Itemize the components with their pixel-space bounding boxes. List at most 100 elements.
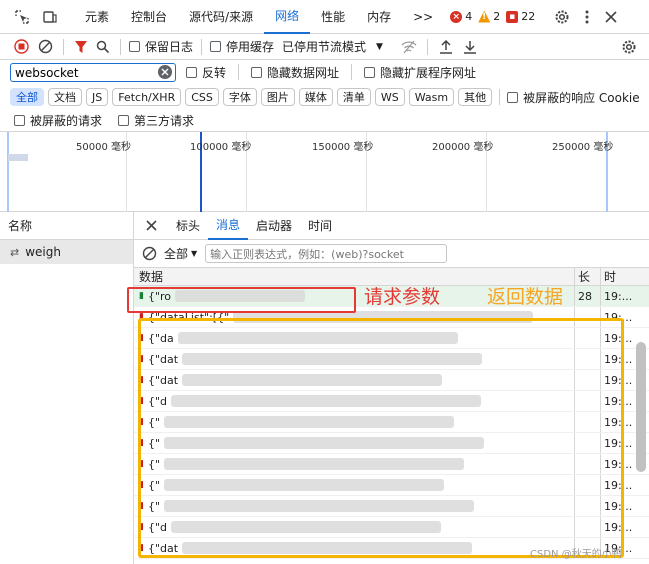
disable-cache-label: 停用缓存 (226, 40, 275, 54)
resource-type-filter-row: 全部 文档 JS Fetch/XHR CSS 字体 图片 媒体 清单 WS Wasm 其他 被屏蔽的响… (0, 86, 649, 108)
checkbox-box[interactable] (210, 41, 222, 52)
detail-tab[interactable]: 启动器 (248, 212, 300, 240)
import-har-upload-icon[interactable] (434, 39, 458, 54)
devtools-tab[interactable]: 内存 (356, 0, 402, 34)
checkbox-box[interactable] (118, 115, 130, 126)
resource-type-chip[interactable]: 清单 (336, 88, 371, 106)
network-toolbar: 保留日志 停用缓存 已停用节流模式 ▼ (0, 34, 649, 60)
length-column-label: 长 (578, 270, 591, 284)
detail-tabs: 标头 消息 启动器 时间 (134, 212, 649, 240)
name-column-header[interactable]: 名称 (0, 212, 133, 240)
messages-scrollbar[interactable] (636, 342, 646, 472)
devtools-tab[interactable]: 控制台 (120, 0, 178, 34)
resource-type-chip[interactable]: 媒体 (298, 88, 333, 106)
close-icon[interactable] (599, 10, 623, 23)
warning-icon: ! (478, 10, 491, 23)
device-toolbar-icon[interactable] (38, 9, 62, 25)
detail-tab[interactable]: 消息 (208, 212, 249, 240)
hide-extension-urls-checkbox[interactable]: 隐藏扩展程序网址 (364, 64, 476, 81)
message-length-cell: 28 (575, 286, 601, 306)
resource-type-chip[interactable]: Fetch/XHR (112, 88, 182, 106)
toolbar-divider (499, 89, 501, 105)
network-conditions-wifi-icon[interactable] (397, 40, 421, 54)
checkbox-box[interactable] (14, 115, 25, 126)
clear-messages-icon[interactable] (134, 246, 164, 261)
resource-type-chip[interactable]: WS (374, 88, 405, 106)
hide-extension-urls-label: 隐藏扩展程序网址 (380, 65, 477, 80)
blocked-cookies-checkbox[interactable]: 被屏蔽的响应 Cookie (507, 89, 640, 106)
issues-count[interactable]: ▪ 22 (506, 10, 535, 23)
resource-type-chip[interactable]: JS (86, 88, 109, 106)
resource-type-chip[interactable]: CSS (185, 88, 219, 106)
request-row-weigh[interactable]: ⇄ weigh (0, 240, 133, 264)
invert-label: 反转 (202, 65, 227, 80)
toolbar-divider (120, 38, 121, 55)
chevron-down-icon: ▼ (376, 41, 383, 52)
throttle-select[interactable]: 已停用节流模式 ▼ (282, 38, 383, 55)
close-detail-icon[interactable] (134, 220, 168, 231)
network-settings-gear-icon[interactable] (617, 39, 641, 55)
toolbar-divider (63, 38, 64, 55)
error-count-value: 4 (465, 10, 473, 23)
resource-type-chip[interactable]: 字体 (222, 88, 257, 106)
filter-funnel-icon[interactable] (70, 40, 92, 54)
third-party-checkbox[interactable]: 第三方请求 (118, 112, 194, 129)
preserve-log-checkbox[interactable]: 保留日志 (129, 38, 193, 55)
websocket-arrows-icon: ⇄ (10, 245, 20, 259)
record-stop-icon[interactable] (9, 39, 33, 54)
disable-cache-checkbox[interactable]: 停用缓存 (210, 38, 274, 55)
throttle-label: 已停用节流模式 (282, 40, 367, 54)
more-tabs-button[interactable]: >> (402, 0, 444, 34)
third-party-label: 第三方请求 (134, 114, 195, 128)
regex-placeholder: 输入正则表达式，例如：(web)?socket (210, 247, 404, 261)
timeline-tick-label: 50000 毫秒 (76, 142, 131, 153)
error-count[interactable]: × 4 (450, 10, 472, 23)
message-filter-bar: 全部 ▼ 输入正则表达式，例如：(web)?socket (134, 240, 649, 268)
devtools-tab[interactable]: 性能 (310, 0, 356, 34)
request-list-panel: 名称 ⇄ weigh (0, 212, 134, 564)
checkbox-box[interactable] (186, 66, 197, 78)
devtools-tab[interactable]: 网络 (264, 0, 311, 34)
resource-type-chip[interactable]: 文档 (48, 88, 82, 106)
export-har-download-icon[interactable] (458, 40, 482, 54)
resource-type-chip[interactable]: 全部 (10, 88, 44, 106)
invert-checkbox[interactable]: 反转 (186, 64, 226, 81)
toolbar-divider (201, 38, 203, 55)
blocked-cookies-label: 被屏蔽的响应 Cookie (523, 90, 640, 105)
devtools-tab[interactable]: 源代码/来源 (178, 0, 264, 34)
time-column-header[interactable]: 时 (601, 268, 635, 285)
blocked-requests-label: 被屏蔽的请求 (30, 114, 103, 128)
detail-tab[interactable]: 时间 (300, 212, 340, 240)
devtools-tab[interactable]: 元素 (74, 0, 120, 34)
toolbar-divider (351, 64, 353, 80)
clear-icon[interactable] (33, 39, 57, 54)
regex-filter-input[interactable]: 输入正则表达式，例如：(web)?socket (205, 244, 448, 263)
data-column-label: 数据 (139, 270, 164, 284)
return-data-highlight-box (138, 318, 624, 558)
toolbar-divider (426, 38, 428, 55)
request-params-highlight-box (127, 287, 356, 313)
checkbox-box[interactable] (251, 66, 263, 78)
message-type-select[interactable]: 全部 ▼ (164, 245, 197, 262)
resource-type-chip[interactable]: Wasm (408, 88, 455, 106)
network-timeline-overview[interactable]: 50000 毫秒 100000 毫秒 150000 毫秒 200000 毫秒 2… (0, 132, 649, 212)
timeline-tick-label: 250000 毫秒 (552, 142, 614, 153)
search-icon[interactable] (92, 40, 114, 54)
inspect-element-icon[interactable] (10, 9, 34, 25)
blocked-requests-checkbox[interactable]: 被屏蔽的请求 (14, 112, 102, 129)
checkbox-box[interactable] (507, 91, 519, 103)
checkbox-box[interactable] (129, 41, 140, 52)
resource-type-chip[interactable]: 图片 (260, 88, 295, 106)
timeline-left-handle[interactable] (7, 132, 9, 212)
checkbox-box[interactable] (364, 66, 376, 78)
toolbar-divider (238, 64, 240, 80)
hide-data-urls-checkbox[interactable]: 隐藏数据网址 (251, 64, 339, 81)
resource-type-chip[interactable]: 其他 (458, 88, 493, 106)
more-options-icon[interactable] (575, 10, 599, 24)
settings-gear-icon[interactable] (549, 9, 575, 25)
timeline-tick-label: 200000 毫秒 (432, 142, 494, 153)
warning-count[interactable]: ! 2 (478, 10, 500, 23)
detail-tab[interactable]: 标头 (168, 212, 208, 240)
preserve-log-label: 保留日志 (145, 40, 194, 54)
length-column-header[interactable]: 长 (575, 268, 601, 285)
